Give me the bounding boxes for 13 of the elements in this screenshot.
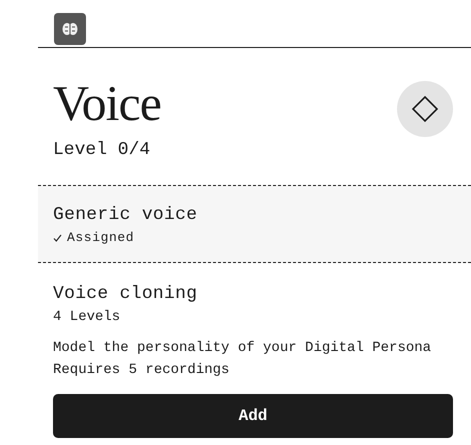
brain-icon[interactable]	[54, 13, 86, 45]
description-text: Requires 5 recordings	[53, 361, 230, 380]
description-text: Model the personality of your Digital Persona	[53, 339, 432, 358]
level-text: Level 0/4	[53, 140, 152, 160]
option-subtitle: 4 Levels	[53, 309, 122, 325]
page-title: Voice	[53, 78, 161, 128]
check-icon	[53, 234, 62, 242]
option-title: Voice cloning	[53, 284, 198, 304]
diamond-icon	[411, 95, 439, 123]
option-title: Generic voice	[53, 205, 198, 225]
add-button[interactable]: Add	[53, 394, 453, 438]
option-card[interactable]: Generic voice Assigned	[38, 185, 471, 263]
status-text: Assigned	[67, 230, 134, 245]
